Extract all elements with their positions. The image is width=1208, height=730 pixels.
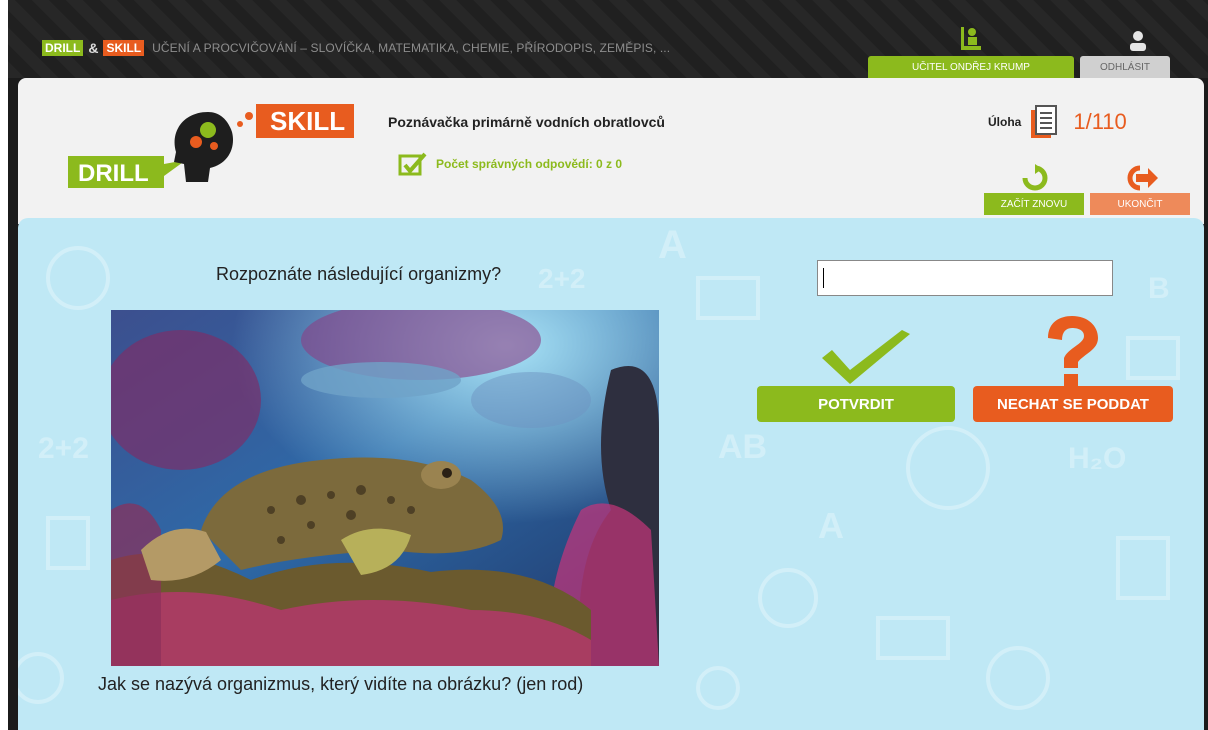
main-panel: A 2+2 2+2 B A H₂O AB Rozpoznáte následuj… — [18, 218, 1204, 730]
teacher-icon — [961, 27, 981, 50]
brand-drill-tag[interactable]: DRILL — [42, 40, 84, 56]
svg-text:A: A — [658, 223, 687, 267]
task-count: 1/110 — [1073, 109, 1127, 134]
brand-ampersand: & — [88, 40, 99, 56]
svg-text:AB: AB — [718, 428, 767, 466]
quiz-title: Poznávačka primárně vodních obratlovců — [388, 114, 665, 130]
svg-text:A: A — [818, 505, 844, 546]
answer-input[interactable] — [817, 260, 1113, 296]
restart-icon[interactable] — [1020, 164, 1050, 192]
logout-icon — [1130, 31, 1146, 51]
header-panel: DRILL SKILL Poznávačka primárně vodních … — [18, 78, 1204, 224]
app-frame: DRILL & SKILL UČENÍ A PROCVIČOVÁNÍ – SLO… — [8, 0, 1208, 730]
question-text: Rozpoznáte následující organizmy? — [216, 264, 502, 284]
logo-skill-text: SKILL — [270, 106, 345, 136]
checkbox-icon — [398, 152, 427, 176]
logout-button[interactable]: ODHLÁSIT — [1080, 56, 1170, 78]
exit-icon[interactable] — [1122, 164, 1158, 192]
task-label: Úloha — [988, 115, 1022, 129]
svg-text:H₂O: H₂O — [1068, 442, 1126, 475]
teacher-tab[interactable]: UČITEL ONDŘEJ KRUMP — [868, 56, 1074, 78]
confirm-button[interactable]: POTVRDIT — [757, 386, 955, 422]
drill-skill-logo[interactable]: DRILL SKILL — [58, 102, 358, 192]
brand-line: DRILL & SKILL UČENÍ A PROCVIČOVÁNÍ – SLO… — [42, 38, 670, 58]
checkmark-icon — [822, 330, 910, 384]
document-stack-icon — [1031, 105, 1058, 138]
svg-text:2+2: 2+2 — [38, 432, 89, 465]
site-tagline: UČENÍ A PROCVIČOVÁNÍ – SLOVÍČKA, MATEMAT… — [152, 41, 671, 55]
question-caption: Jak se nazývá organizmus, který vidíte n… — [98, 674, 584, 694]
score-text: Počet správných odpovědí: 0 z 0 — [436, 157, 623, 171]
question-mark-icon — [1048, 316, 1098, 386]
top-bar: DRILL & SKILL UČENÍ A PROCVIČOVÁNÍ – SLO… — [8, 0, 1208, 78]
give-up-button[interactable]: NECHAT SE PODDAT — [973, 386, 1173, 422]
brand-skill-tag[interactable]: SKILL — [103, 40, 145, 56]
svg-text:B: B — [1148, 272, 1170, 305]
organism-photo — [111, 310, 659, 666]
restart-button[interactable]: ZAČÍT ZNOVU — [984, 193, 1084, 215]
score-line: Počet správných odpovědí: 0 z 0 — [398, 152, 622, 176]
logo-drill-text: DRILL — [78, 160, 149, 187]
text-caret — [823, 268, 824, 288]
end-button[interactable]: UKONČIT — [1090, 193, 1190, 215]
svg-text:2+2: 2+2 — [538, 263, 586, 294]
task-indicator: Úloha 1/110 — [988, 104, 1127, 140]
